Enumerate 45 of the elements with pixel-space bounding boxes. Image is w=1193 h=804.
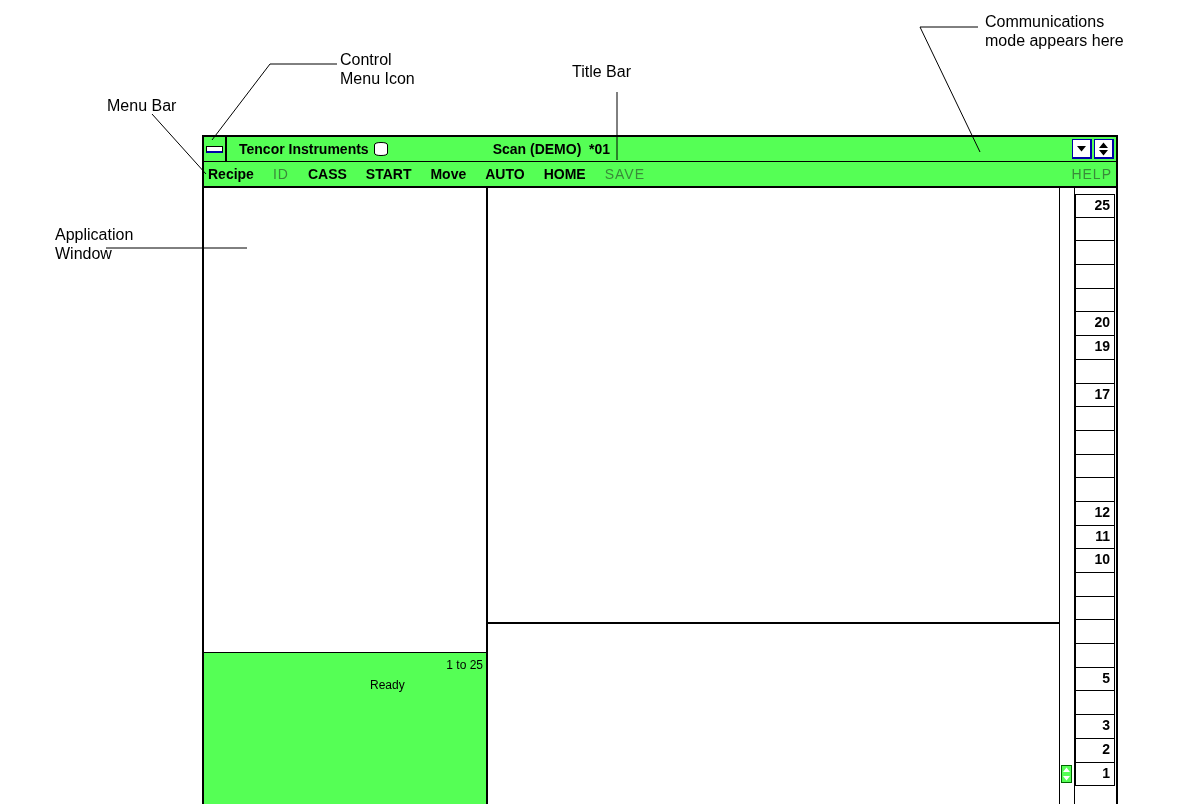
slot-cell[interactable] <box>1075 691 1115 716</box>
slot-cell[interactable] <box>1075 359 1115 384</box>
menu-item[interactable]: Recipe <box>208 166 254 182</box>
slot-cell[interactable]: 3 <box>1075 715 1115 739</box>
slot-cell[interactable]: 1 <box>1075 762 1115 787</box>
slot-cell[interactable]: 10 <box>1075 549 1115 573</box>
slot-cell[interactable] <box>1075 430 1115 455</box>
slot-cell[interactable]: 2 <box>1075 738 1115 763</box>
slot-cell[interactable]: 5 <box>1075 667 1115 692</box>
menu-item[interactable]: AUTO <box>485 166 525 182</box>
callout-label: Control Menu Icon <box>340 50 415 88</box>
spin-button[interactable] <box>1094 139 1114 159</box>
menu-item[interactable]: START <box>365 166 412 182</box>
slot-cell[interactable] <box>1075 620 1115 645</box>
callout-label: Communications mode appears here <box>985 12 1124 50</box>
slot-cell[interactable]: 11 <box>1075 525 1115 550</box>
cylinder-icon <box>372 141 389 157</box>
caret-icon <box>1077 145 1086 152</box>
slot-cell[interactable] <box>1075 454 1115 479</box>
callout-label: Title Bar <box>572 62 631 81</box>
dropdown-button[interactable] <box>1072 139 1092 159</box>
menu-item[interactable]: HOME <box>543 166 586 182</box>
slot-cell[interactable]: 19 <box>1075 336 1115 360</box>
slot-cell[interactable]: 25 <box>1075 194 1115 218</box>
slot-cell[interactable] <box>1075 217 1115 242</box>
slot-cell[interactable] <box>1075 288 1115 313</box>
slot-cell[interactable] <box>1075 644 1115 668</box>
up-down-arrows-icon <box>1099 141 1108 156</box>
slot-cell[interactable] <box>1075 573 1115 597</box>
callout-label: Application Window <box>55 225 134 263</box>
status-message: Ready <box>370 678 405 692</box>
window-title: Scan (DEMO) *01 <box>492 141 612 157</box>
slot-cell[interactable] <box>1075 241 1115 266</box>
callout-label: Menu Bar <box>107 96 177 115</box>
slot-cell[interactable] <box>1075 478 1115 502</box>
menu-item[interactable]: Move <box>430 166 467 182</box>
slot-cell[interactable] <box>1075 407 1115 431</box>
slot-cell[interactable] <box>1075 596 1115 621</box>
slot-cell[interactable] <box>1075 265 1115 289</box>
slot-range: 1 to 25 <box>446 658 483 672</box>
menu-item[interactable]: CASS <box>307 166 347 182</box>
slot-cell[interactable]: 20 <box>1075 312 1115 337</box>
slot-cell[interactable]: 12 <box>1075 501 1115 526</box>
slot-cell[interactable]: 17 <box>1075 383 1115 408</box>
app-name: Tencor Instruments <box>239 141 369 157</box>
